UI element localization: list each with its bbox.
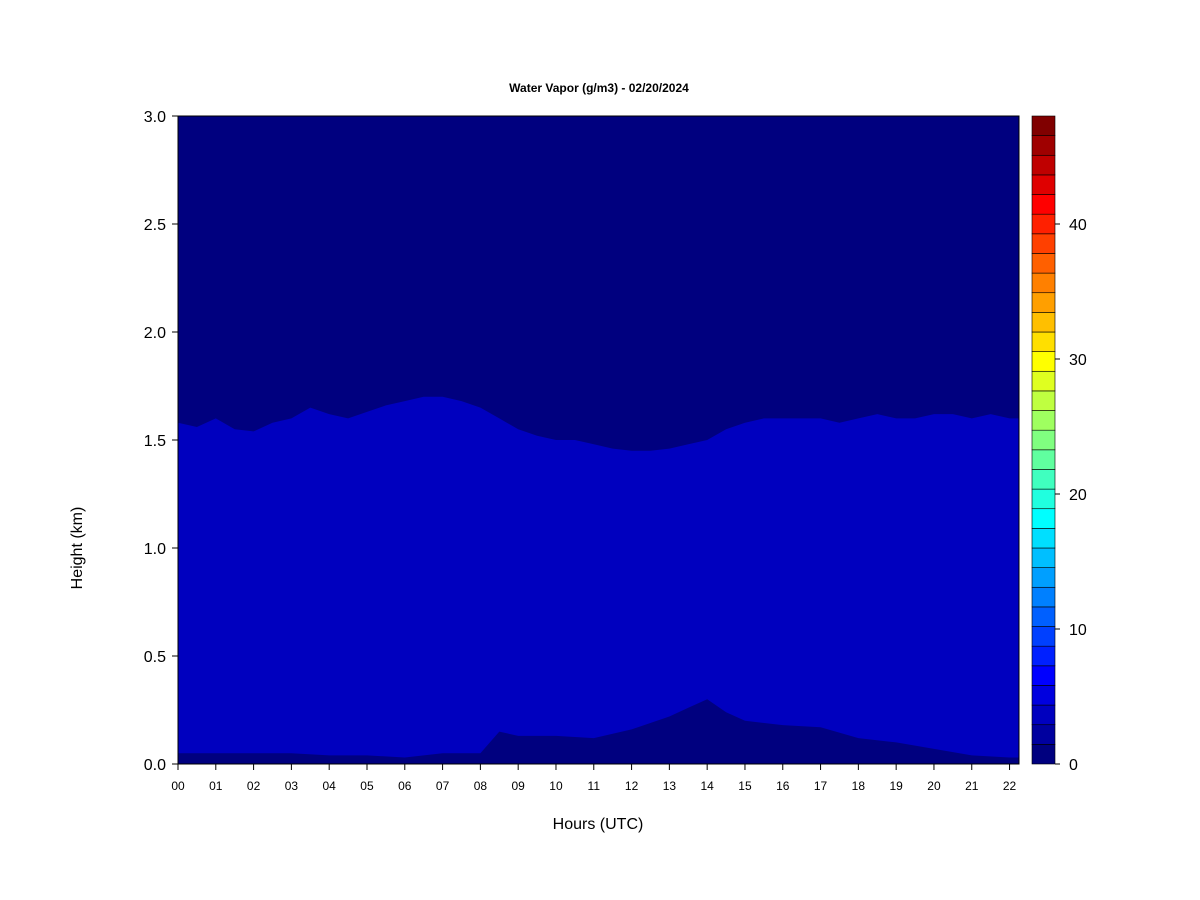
- x-axis: 00 01 02 03 04 05 06 07 08 09 10 11 12 13 14 15 16 17 18 19…: [171, 764, 1017, 793]
- colorbar-swatch: [1031, 331, 1056, 352]
- y-axis: 0.0 0.5 1.0 1.5 2.0 2.5 3.0: [144, 109, 178, 774]
- x-tick-label: 02: [247, 779, 261, 793]
- dry-upper-region: [178, 116, 1019, 451]
- x-tick-label: 16: [776, 779, 790, 793]
- x-tick-label: 20: [927, 779, 941, 793]
- colorbar-swatch: [1031, 115, 1056, 136]
- colorbar-swatch: [1031, 508, 1056, 529]
- colorbar-swatch: [1031, 292, 1056, 313]
- colorbar-swatch: [1031, 724, 1056, 745]
- x-axis-label: Hours (UTC): [553, 816, 644, 833]
- colorbar-swatch: [1031, 154, 1056, 176]
- chart-title: Water Vapor (g/m3) - 02/20/2024: [509, 81, 689, 95]
- x-tick-label: 06: [398, 779, 412, 793]
- colorbar-swatch: [1031, 586, 1056, 608]
- x-tick-label: 14: [700, 779, 714, 793]
- water-vapor-chart: Water Vapor (g/m3) - 02/20/2024 0.0 0.5 1.…: [69, 81, 1087, 833]
- colorbar: 0 10 20 30 40: [1031, 115, 1087, 774]
- x-tick-label: 03: [285, 779, 299, 793]
- colorbar-tick-label: 10: [1069, 622, 1087, 639]
- x-tick-label: 08: [474, 779, 488, 793]
- colorbar-swatch: [1031, 370, 1056, 392]
- colorbar-swatch: [1031, 429, 1056, 451]
- colorbar-swatch: [1031, 135, 1056, 156]
- colorbar-swatch: [1031, 606, 1056, 627]
- colorbar-swatch: [1031, 744, 1056, 765]
- colorbar-swatch: [1031, 704, 1056, 726]
- y-tick-label: 1.0: [144, 541, 166, 558]
- x-tick-label: 15: [738, 779, 752, 793]
- colorbar-swatch: [1031, 626, 1056, 647]
- colorbar-swatch: [1031, 213, 1056, 235]
- colorbar-swatch: [1031, 645, 1056, 667]
- x-tick-label: 01: [209, 779, 223, 793]
- y-tick-label: 0.0: [144, 757, 166, 774]
- y-tick-label: 3.0: [144, 109, 166, 126]
- y-axis-label: Height (km): [69, 507, 86, 590]
- y-tick-label: 2.0: [144, 325, 166, 342]
- colorbar-swatch: [1031, 410, 1056, 431]
- x-tick-label: 22: [1003, 779, 1017, 793]
- plot-area: [178, 116, 1019, 764]
- x-tick-label: 09: [512, 779, 526, 793]
- x-tick-label: 00: [171, 779, 185, 793]
- colorbar-swatch: [1031, 174, 1056, 195]
- colorbar-swatch: [1031, 685, 1056, 706]
- colorbar-swatch: [1031, 233, 1056, 254]
- colorbar-swatch: [1031, 194, 1056, 215]
- y-tick-label: 0.5: [144, 649, 166, 666]
- colorbar-swatch: [1031, 449, 1056, 470]
- colorbar-swatch: [1031, 547, 1056, 568]
- colorbar-swatch: [1031, 488, 1056, 510]
- colorbar-swatch: [1031, 312, 1056, 333]
- x-tick-label: 13: [663, 779, 677, 793]
- colorbar-swatch: [1031, 390, 1056, 411]
- y-tick-label: 2.5: [144, 217, 166, 234]
- colorbar-swatch: [1031, 469, 1056, 490]
- colorbar-swatch: [1031, 351, 1056, 372]
- x-tick-label: 17: [814, 779, 828, 793]
- colorbar-swatch: [1031, 272, 1056, 294]
- colorbar-swatch: [1031, 567, 1056, 588]
- colorbar-tick-label: 0: [1069, 757, 1078, 774]
- y-tick-label: 1.5: [144, 433, 166, 450]
- x-tick-label: 12: [625, 779, 639, 793]
- x-tick-label: 21: [965, 779, 979, 793]
- colorbar-swatch: [1031, 253, 1056, 274]
- x-tick-label: 10: [549, 779, 563, 793]
- colorbar-tick-label: 40: [1069, 217, 1087, 234]
- x-tick-label: 19: [889, 779, 903, 793]
- x-tick-label: 07: [436, 779, 450, 793]
- x-tick-label: 11: [588, 779, 601, 793]
- colorbar-tick-label: 30: [1069, 352, 1087, 369]
- x-tick-label: 18: [852, 779, 866, 793]
- colorbar-swatch: [1031, 528, 1056, 549]
- x-tick-label: 05: [360, 779, 374, 793]
- x-tick-label: 04: [323, 779, 337, 793]
- colorbar-swatch: [1031, 665, 1056, 686]
- colorbar-tick-label: 20: [1069, 487, 1087, 504]
